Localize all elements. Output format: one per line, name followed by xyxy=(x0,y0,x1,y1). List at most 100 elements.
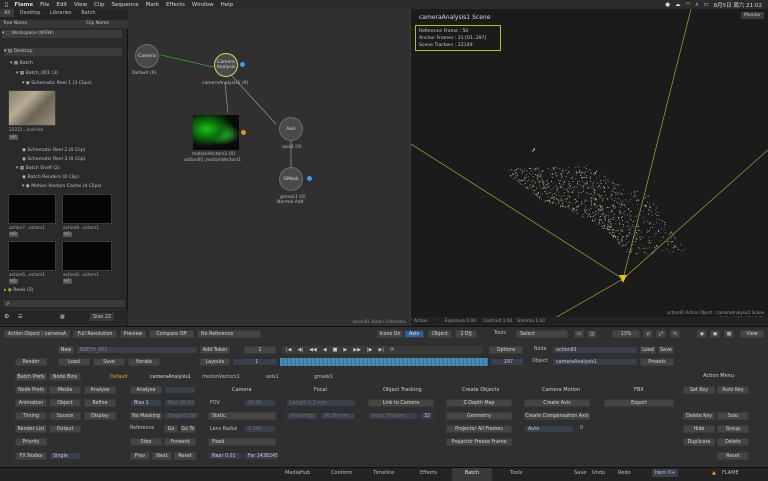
icons-on-button[interactable]: Icons On xyxy=(377,330,403,338)
timing-button[interactable]: Timing xyxy=(15,412,47,420)
viewer-contrast[interactable]: Contrast 1.00 xyxy=(483,319,512,324)
lens-mode-dropdown[interactable]: Fixed xyxy=(208,438,276,446)
tab-libraries[interactable]: Libraries xyxy=(46,9,76,17)
split-view-icon[interactable]: ◫ xyxy=(587,330,597,338)
refine-tab[interactable]: Refine xyxy=(84,399,116,407)
motion-vectors-node[interactable] xyxy=(193,115,239,150)
media-button[interactable]: Media xyxy=(49,386,81,394)
fx-nodes-button[interactable]: FX Nodes xyxy=(15,452,47,460)
undo-button[interactable]: Undo xyxy=(592,470,605,476)
tree-batch[interactable]: ▾ ▦ Batch xyxy=(10,60,33,68)
frame-field[interactable]: 1 xyxy=(244,346,276,354)
max-field[interactable]: Max 10.00 xyxy=(164,399,196,407)
menu-clip[interactable]: Clip xyxy=(94,2,104,8)
menu-app[interactable]: Flame xyxy=(14,2,33,8)
batch-prefs-button[interactable]: Batch Prefs xyxy=(15,373,47,381)
iterate-dropdown[interactable]: Iterate xyxy=(128,358,160,366)
reference-dropdown[interactable]: No Reference xyxy=(197,330,261,338)
create-compensation-axis-button[interactable]: Create Compensation Axis xyxy=(524,412,590,420)
new-button[interactable]: New xyxy=(58,346,74,354)
node-load-button[interactable]: Load xyxy=(640,346,656,354)
go-end-icon[interactable]: ▶| xyxy=(378,347,384,353)
source-button[interactable]: Source xyxy=(49,412,81,420)
node-save-button[interactable]: Save xyxy=(658,346,674,354)
timeline-ruler[interactable] xyxy=(280,358,488,366)
solo-button[interactable]: Solo xyxy=(717,412,749,420)
node-bins-button[interactable]: Node Bins xyxy=(49,373,81,381)
analyse-value-field[interactable] xyxy=(164,386,196,394)
view-button[interactable]: View xyxy=(740,330,764,338)
projector-all-frames-button[interactable]: Projector All Frames xyxy=(446,425,512,433)
object-button[interactable]: Object xyxy=(49,399,81,407)
camera-node[interactable]: Camera xyxy=(135,44,159,68)
2d-toggle[interactable]: 2 D/J xyxy=(455,330,477,338)
output-socket[interactable] xyxy=(307,176,312,181)
thumbnail-size[interactable]: Size 22 xyxy=(90,313,115,321)
object-field[interactable]: cameraAnalysis1 xyxy=(552,358,638,366)
analyse-button[interactable]: Analyse xyxy=(130,386,162,394)
fx-single-field[interactable]: Single xyxy=(49,452,81,460)
tree-schematic-reel-1[interactable]: ▾ ◉ Schematic Reel 1 (3 Clips) xyxy=(22,80,92,88)
viewer-exposure[interactable]: Exposure 0.00 xyxy=(445,319,476,324)
near-field[interactable]: Near 0.01 xyxy=(208,452,242,460)
menu-view[interactable]: View xyxy=(74,2,87,8)
gear-icon[interactable]: ⚙ xyxy=(4,313,9,320)
loop-icon[interactable]: ⟳ xyxy=(390,347,394,353)
output-socket[interactable] xyxy=(241,130,246,135)
tab-all[interactable]: All xyxy=(0,9,15,17)
clip-thumbnail[interactable] xyxy=(62,194,112,224)
go-button[interactable]: Go xyxy=(164,425,178,433)
masking-dropdown[interactable]: No Masking xyxy=(130,412,162,420)
play-icon[interactable]: ▶ xyxy=(343,347,347,353)
z-depth-map-button[interactable]: Z-Depth Map xyxy=(446,399,512,407)
gmask-node[interactable]: GMask xyxy=(279,167,303,191)
auto-field[interactable]: Auto xyxy=(524,425,574,433)
plane-height-field[interactable]: 36.00 mm xyxy=(320,412,356,420)
tab-timeline[interactable]: Timeline xyxy=(373,470,394,476)
layouts-dropdown[interactable]: Layouts xyxy=(200,358,230,366)
tree-batch-shelf[interactable]: ▾ ▦ Batch Shelf (2) xyxy=(16,165,60,173)
play-back-icon[interactable]: ◀ xyxy=(323,347,327,353)
menu-file[interactable]: File xyxy=(40,2,49,8)
goto-button[interactable]: Go To xyxy=(180,425,196,433)
tab-gmask[interactable]: gmask1 xyxy=(314,375,333,380)
axis-node[interactable]: Axis xyxy=(279,117,303,141)
menu-mark[interactable]: Mark xyxy=(146,2,160,8)
tab-motion-vectors[interactable]: motionVectors1 xyxy=(202,375,240,380)
next-key-icon[interactable]: ▶▶ xyxy=(353,347,361,353)
node-field[interactable]: action81 xyxy=(552,346,638,354)
presets-dropdown[interactable]: Presets xyxy=(640,358,674,366)
tab-effects[interactable]: Effects xyxy=(420,470,437,476)
end-frame-field[interactable]: 297 xyxy=(490,358,524,366)
record-icon[interactable]: ● xyxy=(665,2,670,8)
column-clip-name[interactable]: Clip Name xyxy=(86,21,109,26)
item-dropdown[interactable]: Item 0+ xyxy=(652,469,679,477)
set-key-button[interactable]: Set Key xyxy=(683,386,715,394)
camera-mode-dropdown[interactable]: Static xyxy=(208,412,276,420)
action-object-dropdown[interactable]: Action Object : cameraA xyxy=(4,330,70,338)
layout-icon[interactable]: ▭ xyxy=(574,330,584,338)
redo-button[interactable]: Redo xyxy=(618,470,631,476)
tab-batch[interactable]: Batch xyxy=(77,9,99,17)
axis-toggle[interactable]: Axis xyxy=(404,330,424,338)
delete-button[interactable]: Delete xyxy=(717,438,749,446)
grid-icon[interactable]: ▦ xyxy=(724,330,734,338)
hide-button[interactable]: Hide xyxy=(683,425,715,433)
start-frame-field[interactable]: 1 xyxy=(232,358,278,366)
tree-desktop[interactable]: ▾ ▤ Desktop xyxy=(4,48,122,56)
menu-sequence[interactable]: Sequence xyxy=(111,2,138,8)
camera-analysis-node[interactable]: Camera Analysis xyxy=(214,53,238,77)
render-list-button[interactable]: Render List xyxy=(15,425,47,433)
tab-conform[interactable]: Conform xyxy=(331,470,352,476)
duplicate-button[interactable]: Duplicate xyxy=(683,438,715,446)
tree-schematic-reel-2[interactable]: ◉ Schematic Reel 2 (0 Clip) xyxy=(22,147,85,155)
tree-reels[interactable]: ▸ ◉ Reels (5) xyxy=(4,287,34,295)
action-reset-button[interactable]: Reset xyxy=(717,452,749,460)
stop-icon[interactable]: ■ xyxy=(333,347,338,353)
delete-key-button[interactable]: Delete Key xyxy=(683,412,715,420)
search-icon[interactable]: ⌕ xyxy=(695,2,698,9)
compare-dropdown[interactable]: Compare Off xyxy=(149,330,194,338)
go-start-icon[interactable]: |◀ xyxy=(286,347,292,353)
batch-load-dropdown[interactable]: Load xyxy=(58,358,90,366)
animation-button[interactable]: Animation xyxy=(15,399,47,407)
